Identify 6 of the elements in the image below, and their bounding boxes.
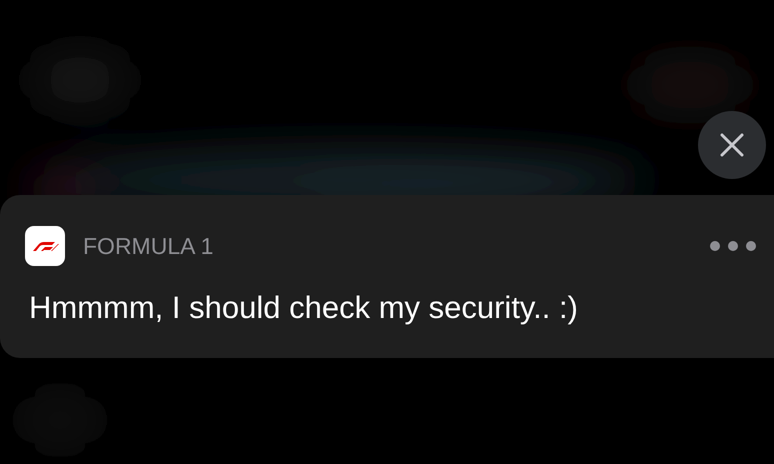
more-icon[interactable] <box>710 241 756 251</box>
close-icon <box>720 133 744 157</box>
notification-message: Hmmmm, I should check my security.. :) <box>29 290 579 326</box>
notification-card[interactable]: FORMULA 1 Hmmmm, I should check my security.. :) <box>0 195 774 358</box>
app-name: FORMULA 1 <box>83 232 214 260</box>
app-icon <box>25 226 65 266</box>
